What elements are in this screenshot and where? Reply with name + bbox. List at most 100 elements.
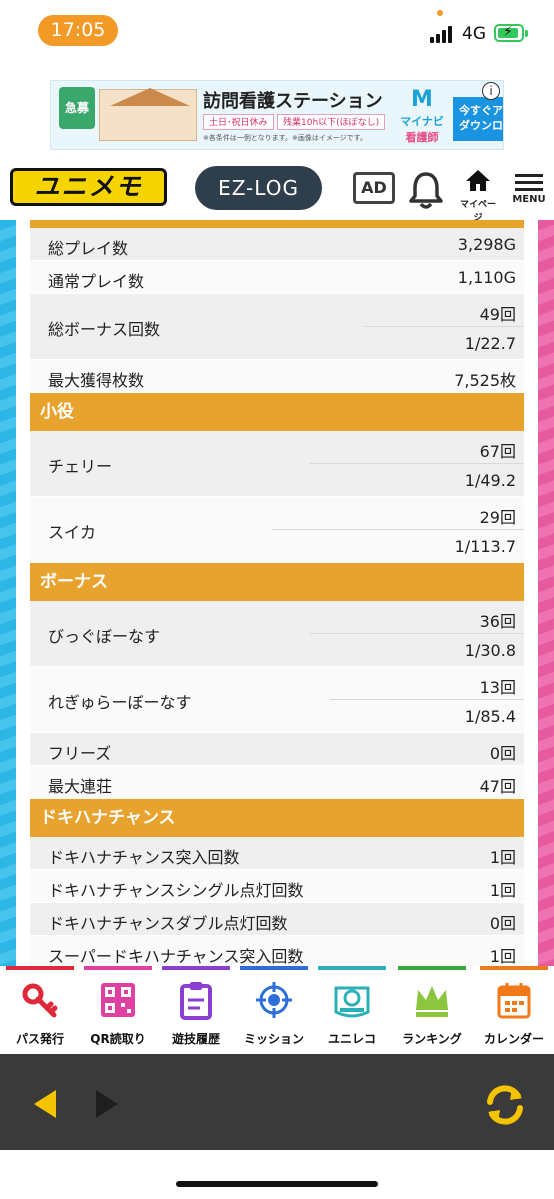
table-row: スーパードキハナチャンス突入回数 1回 [30,936,524,968]
ad-download-button[interactable]: 今すぐアプリ ダウンロード ▶ [453,97,503,141]
ad-brand-line2: 看護師 [405,131,439,144]
table-row: 最大連荘 47回 [30,766,524,799]
home-indicator[interactable] [176,1181,378,1187]
stats-table: 総プレイ数 3,298G 通常プレイ数 1,110G 総ボーナス回数 49回 1… [30,228,524,968]
table-row: 総プレイ数 3,298G [30,228,524,261]
clipboard-icon [178,980,214,1020]
nav-label: パス発行 [15,1032,64,1046]
status-time: 17:05 [38,15,118,46]
bottom-nav: パス発行 QR読取り 遊技履歴 ミッション ユニレコ ランキング カレンダー [0,966,554,1054]
row-count: 29回 [479,508,516,527]
ad-note: ※各条件は一例となります。※画像はイメージです。 [203,134,367,142]
nav-item-calendar[interactable]: カレンダー [478,966,550,1054]
table-row: びっぐぼーなす 36回 1/30.8 [30,601,524,667]
signal-icon [430,25,456,43]
row-value: 1回 [489,881,516,900]
nav-item-unireco[interactable]: ユニレコ [316,966,388,1054]
nav-item-qr[interactable]: QR読取り [82,966,154,1054]
nav-label: QR読取り [90,1032,146,1046]
section-header-dokihana: ドキハナチャンス [30,799,524,837]
row-rate: 1/22.7 [464,334,516,353]
table-row: ドキハナチャンス突入回数 1回 [30,837,524,870]
decorative-stripe-right [538,220,554,968]
unireco-icon [334,980,370,1020]
row-value: 7,525枚 [454,371,516,390]
location-indicator-icon [437,10,443,16]
nav-item-history[interactable]: 遊技履歴 [160,966,232,1054]
row-label: 通常プレイ数 [48,272,145,291]
row-label: 総ボーナス回数 [48,320,161,339]
row-value: 0回 [489,744,516,763]
nav-label: ランキング [402,1032,462,1046]
battery-icon: ⚡ [494,24,524,42]
ad-brand-line1: マイナビ [400,115,444,128]
row-label: ドキハナチャンスシングル点灯回数 [48,881,304,900]
nav-label: ユニレコ [327,1032,376,1046]
ad-banner[interactable]: 急募 訪問看護ステーション 土日･祝日休み 残業10h以下(ほぼなし) ※各条件… [50,80,504,150]
row-rate: 1/30.8 [464,641,516,660]
row-rate: 1/85.4 [464,707,516,726]
home-icon [466,170,490,191]
decorative-stripe-left [0,220,16,968]
row-label: チェリー [48,457,113,476]
row-label: 最大獲得枚数 [48,371,145,390]
row-label: びっぐぼーなす [48,627,161,646]
row-label: フリーズ [48,744,112,763]
row-label: スイカ [48,523,97,542]
row-label: スーパードキハナチャンス突入回数 [48,947,304,966]
target-icon [256,980,292,1020]
row-label: 総プレイ数 [48,239,129,258]
nav-label: カレンダー [483,1032,544,1046]
ad-title: 訪問看護ステーション [203,91,383,112]
row-value: 1,110G [457,268,516,287]
ad-brand-logo: M マイナビ 看護師 [391,87,453,145]
crown-icon [414,980,450,1020]
table-row: れぎゅらーぼーなす 13回 1/85.4 [30,667,524,733]
row-rate: 1/113.7 [454,537,516,556]
ad-cta-line2: ダウンロード [459,119,503,132]
status-bar: 17:05 4G ⚡ [0,0,554,62]
nav-item-mission[interactable]: ミッション [238,966,310,1054]
row-label: 最大連荘 [48,777,113,796]
ad-tag-holiday: 土日･祝日休み [203,114,274,130]
row-count: 36回 [479,612,516,631]
table-row: スイカ 29回 1/113.7 [30,497,524,563]
bell-icon[interactable] [408,170,444,210]
row-label: ドキハナチャンス突入回数 [48,848,240,867]
menu-label: MENU [512,194,546,205]
mypage-button[interactable]: マイページ [456,168,500,223]
ad-info-icon[interactable]: i [482,82,500,100]
network-type: 4G [462,24,486,44]
row-label: れぎゅらーぼーなす [48,693,192,712]
row-value: 1回 [489,848,516,867]
row-count: 49回 [479,305,516,324]
row-count: 13回 [479,678,516,697]
calendar-icon [496,980,532,1020]
ad-badge: 急募 [59,87,95,129]
row-rate: 1/49.2 [464,471,516,490]
section-header-partial [30,220,524,228]
row-value: 1回 [489,947,516,966]
hamburger-icon [508,174,550,191]
ezlog-button[interactable]: EZ-LOG [195,166,322,210]
row-count: 67回 [479,442,516,461]
qr-icon [100,980,136,1020]
ad-toggle-button[interactable]: AD [353,172,395,204]
nav-label: ミッション [243,1032,304,1046]
table-row: 通常プレイ数 1,110G [30,261,524,294]
section-header-koyaku: 小役 [30,393,524,431]
refresh-icon[interactable] [480,1080,530,1130]
table-row: 最大獲得枚数 7,525枚 [30,360,524,393]
forward-arrow-icon[interactable] [90,1086,126,1122]
table-row: ドキハナチャンスダブル点灯回数 0回 [30,903,524,936]
browser-toolbar [0,1054,554,1150]
ad-house-image [99,88,197,141]
app-header: ユニメモ EZ-LOG AD マイページ MENU [0,160,554,223]
back-arrow-icon[interactable] [28,1086,64,1122]
nav-item-ranking[interactable]: ランキング [396,966,468,1054]
menu-button[interactable]: MENU [508,170,550,214]
play-data-panel[interactable]: 総プレイ数 3,298G 通常プレイ数 1,110G 総ボーナス回数 49回 1… [16,220,538,968]
nav-item-pass[interactable]: パス発行 [4,966,76,1054]
table-row: フリーズ 0回 [30,733,524,766]
unimemo-logo[interactable]: ユニメモ [10,168,167,206]
